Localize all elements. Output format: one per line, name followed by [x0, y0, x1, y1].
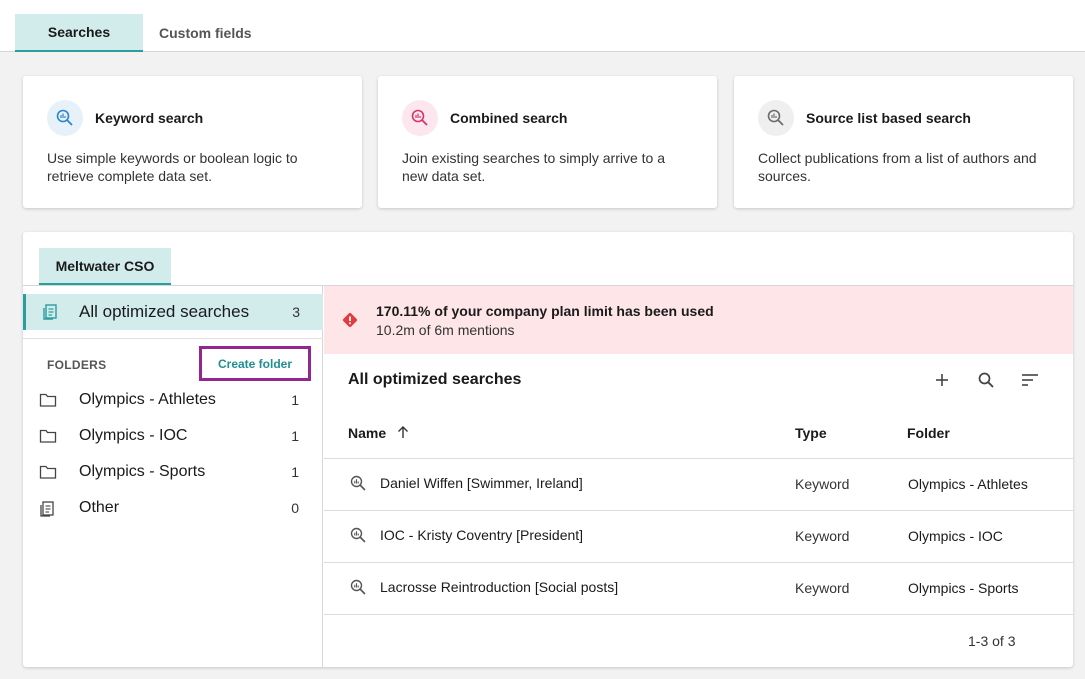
sidebar-item-label: Other: [79, 499, 120, 516]
column-header-type[interactable]: Type: [795, 425, 827, 441]
keyword-search-card[interactable]: Keyword search Use simple keywords or bo…: [23, 76, 362, 208]
row-name: IOC - Kristy Coventry [President]: [380, 527, 584, 543]
sidebar-item-count: 0: [291, 500, 299, 516]
top-tab-bar: Searches Custom fields: [0, 0, 1085, 52]
sidebar-item-olympics-ioc[interactable]: Olympics - IOC 1: [23, 418, 323, 454]
plus-icon: [936, 374, 948, 386]
sidebar-item-olympics-sports[interactable]: Olympics - Sports 1: [23, 454, 323, 490]
alert-headline: 170.11% of your company plan limit has b…: [376, 303, 714, 319]
row-type: Keyword: [795, 580, 850, 596]
row-type: Keyword: [795, 528, 850, 544]
document-icon: [39, 500, 57, 523]
folders-sidebar: All optimized searches 3 FOLDERS Create …: [23, 286, 323, 667]
source-list-search-card[interactable]: Source list based search Collect publica…: [734, 76, 1073, 208]
keyword-search-icon: [349, 578, 367, 601]
arrow-up-icon: [398, 426, 409, 438]
combined-search-card[interactable]: Combined search Join existing searches t…: [378, 76, 717, 208]
row-type: Keyword: [795, 476, 850, 492]
sidebar-item-other[interactable]: Other 0: [23, 490, 323, 526]
column-header-folder[interactable]: Folder: [907, 425, 950, 441]
create-folder-button[interactable]: Create folder: [199, 346, 311, 381]
tab-meltwater-cso[interactable]: Meltwater CSO: [39, 248, 171, 285]
keyword-search-icon: [349, 526, 367, 549]
alert-detail: 10.2m of 6m mentions: [376, 322, 515, 338]
sidebar-item-all-optimized-searches[interactable]: All optimized searches 3: [23, 294, 323, 330]
add-search-button[interactable]: [930, 368, 954, 392]
sort-filter-button[interactable]: [1018, 368, 1042, 392]
row-name: Daniel Wiffen [Swimmer, Ireland]: [380, 475, 583, 491]
keyword-search-icon: [47, 100, 83, 136]
folder-icon: [39, 392, 57, 413]
table-row[interactable]: Daniel Wiffen [Swimmer, Ireland] Keyword…: [324, 458, 1073, 510]
card-title: Keyword search: [95, 110, 204, 126]
warning-icon: [341, 311, 359, 334]
sidebar-item-label: Olympics - Athletes: [79, 391, 216, 408]
table-row[interactable]: Lacrosse Reintroduction [Social posts] K…: [324, 562, 1073, 614]
row-folder: Olympics - Athletes: [908, 476, 1028, 492]
table-row[interactable]: IOC - Kristy Coventry [President] Keywor…: [324, 510, 1073, 562]
sidebar-item-label: Olympics - Sports: [79, 463, 206, 480]
card-description: Collect publications from a list of auth…: [758, 150, 1037, 184]
keyword-search-icon: [349, 474, 367, 497]
sidebar-item-count: 1: [291, 464, 299, 480]
folders-heading: FOLDERS: [47, 358, 107, 372]
sidebar-item-olympics-athletes[interactable]: Olympics - Athletes 1: [23, 382, 323, 418]
divider: [23, 338, 323, 339]
card-title: Combined search: [450, 110, 568, 126]
card-description: Use simple keywords or boolean logic to …: [47, 150, 298, 184]
sidebar-item-count: 1: [291, 428, 299, 444]
combined-search-icon: [402, 100, 438, 136]
pagination-text: 1-3 of 3: [968, 633, 1016, 649]
sidebar-item-count: 3: [292, 304, 300, 320]
folder-icon: [39, 428, 57, 449]
row-folder: Olympics - Sports: [908, 580, 1019, 596]
search-list-button[interactable]: [974, 368, 998, 392]
row-folder: Olympics - IOC: [908, 528, 1003, 544]
column-header-label: Name: [348, 425, 387, 441]
source-list-search-icon: [758, 100, 794, 136]
list-title: All optimized searches: [348, 371, 522, 388]
sidebar-item-label: All optimized searches: [79, 302, 250, 321]
tab-custom-fields[interactable]: Custom fields: [143, 14, 268, 52]
document-icon: [42, 303, 60, 326]
folder-icon: [39, 464, 57, 485]
sort-icon: [1022, 374, 1038, 386]
column-header-name[interactable]: Name: [348, 425, 410, 441]
card-title: Source list based search: [806, 110, 971, 126]
sidebar-item-label: Olympics - IOC: [79, 427, 188, 444]
searches-panel: Meltwater CSO All optimized searches 3 F…: [23, 232, 1073, 667]
tab-searches[interactable]: Searches: [15, 14, 143, 52]
search-icon: [978, 372, 994, 388]
sidebar-item-count: 1: [291, 392, 299, 408]
divider: [324, 614, 1073, 615]
row-name: Lacrosse Reintroduction [Social posts]: [380, 579, 619, 595]
card-description: Join existing searches to simply arrive …: [402, 150, 665, 184]
plan-limit-alert: 170.11% of your company plan limit has b…: [324, 286, 1073, 354]
